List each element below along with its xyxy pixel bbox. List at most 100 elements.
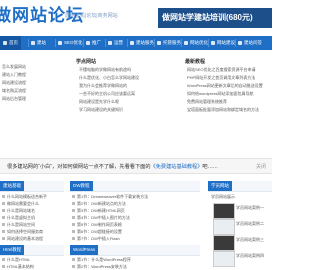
list-item[interactable]: 第7节：DW中插入Flash <box>72 235 198 242</box>
mid-link[interactable]: 网站建设是先学什么呢 <box>79 99 176 105</box>
nav-label: 建站问答 <box>244 40 262 45</box>
list-item[interactable]: 第6节：DW超链接的设置 <box>72 228 198 235</box>
panel-tag[interactable]: DW教程 <box>70 181 93 191</box>
bullet-icon <box>72 237 75 240</box>
list-item[interactable]: 第1节：什么是WordPress程序 <box>72 256 198 263</box>
mid-link[interactable]: 学习网站建设的关键知识 <box>79 107 176 113</box>
nav-icon <box>31 41 35 45</box>
list-item[interactable]: 如何选择空间服务商 <box>2 228 64 235</box>
nav-icon <box>108 41 112 45</box>
mid-link[interactable]: 什么是优化、小白怎么学网站建设 <box>79 75 176 81</box>
bullet-icon <box>2 237 5 240</box>
list-item[interactable]: 什么是虚拟主机 <box>2 214 64 221</box>
nav-item-ops[interactable]: 运营 <box>108 36 123 50</box>
panel-wordpress: WordPress 第1节：什么是WordPress程序 第2节：WordPre… <box>70 245 200 269</box>
site-thumbnail[interactable] <box>213 219 235 235</box>
panel-header: DW教程 <box>70 181 200 192</box>
bullet-icon <box>2 209 5 212</box>
left-link[interactable]: 网站建设流程 <box>2 80 26 86</box>
notice-close-button[interactable]: 关闭 <box>256 159 266 175</box>
list-item[interactable]: 第4节：DW中插入图片的方法 <box>72 214 198 221</box>
bullet-icon <box>72 230 75 233</box>
list-item[interactable]: 什么是网站域名 <box>2 207 64 214</box>
bullet-icon <box>2 223 5 226</box>
panel-header: Html教程 <box>0 245 64 256</box>
site-thumbnail[interactable] <box>213 251 235 267</box>
mid-link[interactable]: 不懂电脑的学做网站有前途吗 <box>79 67 176 73</box>
list-item[interactable]: 什么是网站空间 <box>2 221 64 228</box>
bullet-icon <box>72 195 75 198</box>
thumbnail-caption[interactable]: 学员网站案例二 <box>236 221 264 227</box>
nav-label: 首页 <box>9 40 18 45</box>
right-link[interactable]: WordPress网站更新文章后的自动推送设置 <box>187 83 272 89</box>
panel-tag[interactable]: 建站基础 <box>0 181 24 191</box>
list-item[interactable]: 学员网站展示 <box>211 193 271 200</box>
nav-item-seo[interactable]: SEO优化 <box>58 36 83 50</box>
mid-link-column: 学点网站 不懂电脑的学做网站有前途吗 什么是优化、小白怎么学网站建设 我为什么会… <box>76 58 176 150</box>
nav-icon <box>58 41 62 45</box>
right-link[interactable]: PHP网站开发之首页调用文章列表方法 <box>187 75 272 81</box>
site-thumbnail[interactable] <box>213 203 235 219</box>
nav-item-site[interactable]: 网站建设 <box>211 36 235 50</box>
list-item[interactable]: 第5节：DW制作网页表格 <box>72 221 198 228</box>
thumbnail-caption[interactable]: 学员网站案例三 <box>236 237 264 243</box>
left-link[interactable]: 建站入门教程 <box>2 72 26 78</box>
bullet-icon <box>72 216 75 219</box>
nav-label: 建站 <box>37 40 46 45</box>
panel-tag[interactable]: WordPress <box>70 245 99 255</box>
site-thumbnail[interactable] <box>213 235 235 251</box>
nav-label: 网站优化 <box>190 40 208 45</box>
training-banner[interactable]: 做网站学建站培训(680元) <box>158 8 272 28</box>
list-item[interactable]: 什么网站模板适合新手 <box>2 193 64 200</box>
nav-label: 推广 <box>92 40 101 45</box>
mid-link[interactable]: 一些不好的主机公司应该要远离 <box>79 91 176 97</box>
mid-link[interactable]: 我为什么会推荐学做网站的 <box>79 83 176 89</box>
nav-item-build[interactable]: 建站 <box>31 36 46 50</box>
bullet-icon <box>2 195 5 198</box>
nav-item-promo[interactable]: 推广 <box>86 36 101 50</box>
bullet-icon <box>2 258 5 261</box>
thumbnail-caption[interactable]: 学员网站案例四 <box>236 253 264 259</box>
left-link[interactable]: 网站后台管理 <box>2 96 26 102</box>
notice-text: 很多建站网的“小白”，对如何做网站一点不了解，先看看下面的《免费建站基础教程》吧… <box>7 159 218 175</box>
left-link[interactable]: 怎么发展网站 <box>2 64 26 70</box>
list-item[interactable]: 第1节：Dreamweaver软件下载安装方法 <box>72 193 198 200</box>
nav-item-qa[interactable]: 建站问答 <box>238 36 262 50</box>
list-item[interactable]: 做网站需要会什么 <box>2 200 64 207</box>
notice-prefix: 很多建站网的“小白”，对如何做网站一点不了解，先看看下面的 <box>7 164 151 170</box>
nav-icon <box>184 41 188 45</box>
main-nav: 首页 建站 SEO优化 推广 运营 建站服务 托管服务 网站优化 网站建设 建站… <box>0 36 272 50</box>
panel-tag[interactable]: 学员网站 <box>208 181 232 191</box>
right-link[interactable]: 宝塔面板批量添加网站和绑定域名的方法 <box>187 107 272 113</box>
nav-item-home[interactable]: 首页 <box>0 36 21 50</box>
list-item[interactable]: 第3节：DW新建HTML网页 <box>72 207 198 214</box>
bullet-icon <box>2 202 5 205</box>
list-item[interactable]: 网站建设的基本流程 <box>2 235 64 242</box>
nav-label: 建站服务 <box>136 40 154 45</box>
right-link[interactable]: 网站SEO优化之百度搜索资源平台申请 <box>187 67 272 73</box>
bullet-icon <box>2 230 5 233</box>
right-link[interactable]: 如何给wordpress网站添加面包屑导航 <box>187 91 272 97</box>
panel-tag[interactable]: Html教程 <box>0 245 25 255</box>
right-link[interactable]: 免费网站管理系统推荐 <box>187 99 272 105</box>
nav-item-service[interactable]: 建站服务 <box>130 36 154 50</box>
column-title: 最新教程 <box>185 59 206 65</box>
nav-icon <box>130 41 134 45</box>
left-link[interactable]: 域名购买流程 <box>2 88 26 94</box>
nav-icon <box>238 41 242 45</box>
nav-item-optimize[interactable]: 网站优化 <box>184 36 208 50</box>
notice-link[interactable]: 《免费建站基础教程》 <box>151 164 203 170</box>
bullet-icon <box>2 265 5 268</box>
nav-label: 托管服务 <box>163 40 181 45</box>
list-item[interactable]: 什么是HTML <box>2 256 64 263</box>
thumbnail-caption[interactable]: 学员网站案例一 <box>236 205 264 211</box>
notice-bar: 很多建站网的“小白”，对如何做网站一点不了解，先看看下面的《免费建站基础教程》吧… <box>0 158 272 174</box>
nav-icon <box>86 41 90 45</box>
bullet-icon <box>72 223 75 226</box>
nav-item-hosting[interactable]: 托管服务 <box>157 36 181 50</box>
bullet-icon <box>72 209 75 212</box>
panel-basics: 建站基础 什么网站模板适合新手 做网站需要会什么 什么是网站域名 什么是虚拟主机… <box>0 181 64 241</box>
panel-header: 学员网站 <box>208 181 272 192</box>
column-title: 学点网站 <box>76 59 97 65</box>
list-item[interactable]: 第2节：DW新建站点的方法 <box>72 200 198 207</box>
